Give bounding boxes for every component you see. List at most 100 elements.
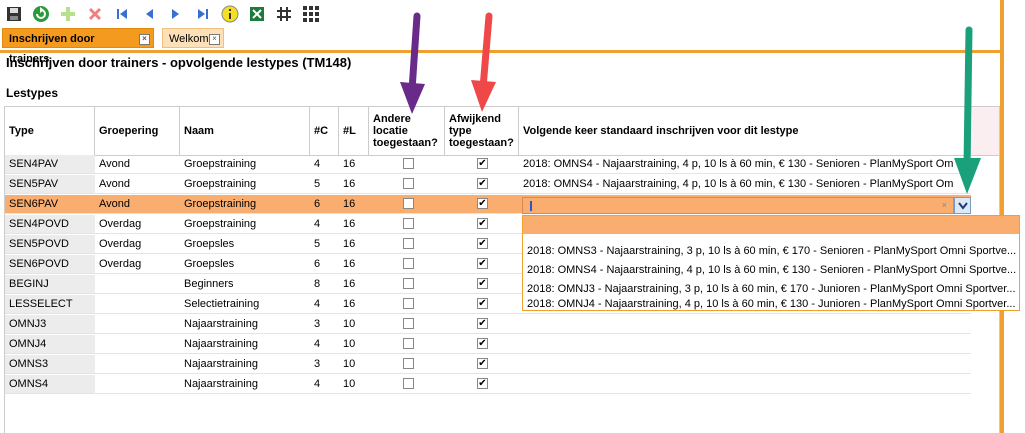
last-record-icon[interactable]	[193, 4, 213, 24]
andere-locatie-checkbox[interactable]	[403, 338, 414, 349]
cell-c[interactable]: 4	[310, 335, 339, 353]
cell-volgende[interactable]: 2018: OMNS4 - Najaarstraining, 4 p, 10 l…	[519, 175, 971, 193]
afwijkend-type-checkbox[interactable]: ✔	[477, 238, 488, 249]
dropdown-option[interactable]: 2018: OMNJ4 - Najaarstraining, 4 p, 10 l…	[523, 299, 1019, 311]
cell-groepering[interactable]: Avond	[95, 195, 180, 213]
afwijkend-type-checkbox[interactable]: ✔	[477, 338, 488, 349]
tab-inschrijven-door-trainers[interactable]: Inschrijven door trainers ×	[2, 28, 154, 65]
save-icon[interactable]	[4, 4, 24, 24]
afwijkend-type-checkbox[interactable]: ✔	[477, 318, 488, 329]
cell-groepering[interactable]: Avond	[95, 175, 180, 193]
volgende-combobox[interactable]: ×	[522, 197, 954, 214]
cell-l[interactable]: 16	[339, 175, 369, 193]
dropdown-empty-option[interactable]	[523, 216, 1019, 234]
next-record-icon[interactable]	[166, 4, 186, 24]
cell-volgende[interactable]	[519, 355, 971, 373]
cell-volgende[interactable]	[519, 315, 971, 333]
cell-type[interactable]: OMNJ3	[5, 315, 95, 333]
cell-groepering[interactable]: Overdag	[95, 255, 180, 273]
andere-locatie-checkbox[interactable]	[403, 278, 414, 289]
cell-type[interactable]: SEN6POVD	[5, 255, 95, 273]
first-record-icon[interactable]	[112, 4, 132, 24]
cell-l[interactable]: 10	[339, 335, 369, 353]
cell-groepering[interactable]	[95, 355, 180, 373]
cell-type[interactable]: OMNS4	[5, 375, 95, 393]
cell-l[interactable]: 16	[339, 255, 369, 273]
cell-naam[interactable]: Groepstraining	[180, 215, 310, 233]
table-row[interactable]: OMNJ3 Najaarstraining 3 10 ✔	[5, 315, 971, 334]
cell-type[interactable]: SEN5POVD	[5, 235, 95, 253]
column-header-c[interactable]: #C	[310, 107, 339, 155]
dropdown-trigger[interactable]	[954, 197, 971, 214]
cell-c[interactable]: 4	[310, 155, 339, 173]
column-header-type[interactable]: Type	[5, 107, 95, 155]
column-header-groepering[interactable]: Groepering	[95, 107, 180, 155]
cell-l[interactable]: 16	[339, 195, 369, 213]
table-row[interactable]: SEN5PAV Avond Groepstraining 5 16 ✔ 2018: OMNS…	[5, 175, 971, 194]
andere-locatie-checkbox[interactable]	[403, 198, 414, 209]
cell-groepering[interactable]	[95, 295, 180, 313]
cell-type[interactable]: LESSELECT	[5, 295, 95, 313]
afwijkend-type-checkbox[interactable]: ✔	[477, 258, 488, 269]
column-header-volgende[interactable]: Volgende keer standaard inschrijven voor…	[519, 107, 971, 155]
cell-l[interactable]: 16	[339, 235, 369, 253]
cell-type[interactable]: SEN4POVD	[5, 215, 95, 233]
cell-naam[interactable]: Beginners	[180, 275, 310, 293]
andere-locatie-checkbox[interactable]	[403, 178, 414, 189]
previous-record-icon[interactable]	[139, 4, 159, 24]
dropdown-option[interactable]: 2018: OMNJ3 - Najaarstraining, 3 p, 10 l…	[523, 280, 1019, 299]
cell-l[interactable]: 16	[339, 155, 369, 173]
cell-volgende[interactable]	[519, 375, 971, 393]
cell-c[interactable]: 5	[310, 175, 339, 193]
cell-c[interactable]: 5	[310, 235, 339, 253]
cell-volgende[interactable]	[519, 335, 971, 353]
cell-naam[interactable]: Groepsles	[180, 255, 310, 273]
cell-c[interactable]: 8	[310, 275, 339, 293]
cell-groepering[interactable]	[95, 275, 180, 293]
andere-locatie-checkbox[interactable]	[403, 158, 414, 169]
afwijkend-type-checkbox[interactable]: ✔	[477, 198, 488, 209]
afwijkend-type-checkbox[interactable]: ✔	[477, 158, 488, 169]
table-row[interactable]: SEN4PAV Avond Groepstraining 4 16 ✔ 2018: OMNS…	[5, 155, 971, 174]
andere-locatie-checkbox[interactable]	[403, 258, 414, 269]
cell-type[interactable]: OMNS3	[5, 355, 95, 373]
tab-welkom[interactable]: Welkom ×	[162, 28, 224, 48]
cell-c[interactable]: 3	[310, 355, 339, 373]
dropdown-option[interactable]: 2018: OMNS4 - Najaarstraining, 4 p, 10 l…	[523, 261, 1019, 280]
andere-locatie-checkbox[interactable]	[403, 378, 414, 389]
cell-type[interactable]: SEN5PAV	[5, 175, 95, 193]
refresh-icon[interactable]	[31, 4, 51, 24]
cell-naam[interactable]: Groepsles	[180, 235, 310, 253]
dropdown-option[interactable]: 2018: OMNS3 - Najaarstraining, 3 p, 10 l…	[523, 242, 1019, 261]
cell-l[interactable]: 16	[339, 215, 369, 233]
cell-groepering[interactable]	[95, 335, 180, 353]
cell-c[interactable]: 4	[310, 295, 339, 313]
cell-c[interactable]: 4	[310, 375, 339, 393]
cell-naam[interactable]: Najaarstraining	[180, 355, 310, 373]
cell-type[interactable]: BEGINJ	[5, 275, 95, 293]
column-header-l[interactable]: #L	[339, 107, 369, 155]
cell-groepering[interactable]	[95, 315, 180, 333]
cell-c[interactable]: 3	[310, 315, 339, 333]
cell-c[interactable]: 6	[310, 255, 339, 273]
cell-naam[interactable]: Najaarstraining	[180, 335, 310, 353]
close-icon[interactable]: ×	[139, 34, 150, 45]
table-row[interactable]: OMNS3 Najaarstraining 3 10 ✔	[5, 355, 971, 374]
delete-icon[interactable]	[85, 4, 105, 24]
cell-naam[interactable]: Groepstraining	[180, 175, 310, 193]
andere-locatie-checkbox[interactable]	[403, 218, 414, 229]
grid-small-icon[interactable]	[274, 4, 294, 24]
cell-type[interactable]: SEN6PAV	[5, 195, 95, 213]
cell-groepering[interactable]: Overdag	[95, 235, 180, 253]
info-icon[interactable]	[220, 4, 240, 24]
cell-volgende[interactable]: 2018: OMNS4 - Najaarstraining, 4 p, 10 l…	[519, 155, 971, 173]
add-icon[interactable]	[58, 4, 78, 24]
cell-c[interactable]: 6	[310, 195, 339, 213]
cell-type[interactable]: SEN4PAV	[5, 155, 95, 173]
andere-locatie-checkbox[interactable]	[403, 238, 414, 249]
afwijkend-type-checkbox[interactable]: ✔	[477, 358, 488, 369]
afwijkend-type-checkbox[interactable]: ✔	[477, 378, 488, 389]
cell-l[interactable]: 10	[339, 355, 369, 373]
cell-groepering[interactable]	[95, 375, 180, 393]
cell-naam[interactable]: Groepstraining	[180, 155, 310, 173]
